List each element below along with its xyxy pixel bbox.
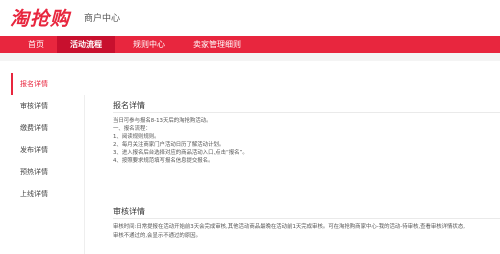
main-nav: 首页 活动流程 规则中心 卖家管理细则	[0, 36, 500, 53]
nav-item-home[interactable]: 首页	[22, 36, 50, 53]
sidebar-item-preheat[interactable]: 预热详情	[11, 161, 85, 183]
nav-spacer	[0, 53, 500, 61]
signup-line: 1、阅读规则规则。	[113, 134, 160, 140]
review-line: 审核时间:日常提报在活动开始前3天会完成审核,其他活动商品最晚在活动前1天完成审…	[113, 224, 465, 230]
signup-line: 3、进入报名后台选择对应的商品活动入口,点击“报名”。	[113, 150, 248, 156]
sidebar-item-review[interactable]: 审核详情	[11, 95, 85, 117]
signup-line: 2、每月关注商家门户活动日历了解活动计划。	[113, 142, 225, 148]
logo[interactable]: 淘抢购	[10, 7, 70, 31]
signup-line: 4、按照要求规范填写报名信息提交报名。	[113, 158, 214, 164]
sidebar-item-payment[interactable]: 缴费详情	[11, 117, 85, 139]
header-subtitle: 商户中心	[84, 14, 121, 24]
header: 淘抢购 商户中心	[0, 0, 500, 36]
sidebar-item-signup[interactable]: 报名详情	[11, 73, 85, 95]
review-divider	[113, 218, 500, 219]
review-section-title: 审核详情	[113, 207, 145, 216]
signup-section-title: 报名详情	[113, 101, 145, 110]
sidebar-item-publish[interactable]: 发布详情	[11, 139, 85, 161]
nav-item-rules-center[interactable]: 规则中心	[124, 36, 174, 53]
review-line: 审核不通过的,会显示不通过的原因。	[113, 233, 201, 239]
signup-line: 当日可参与报名8-13天后的淘抢购活动。	[113, 118, 212, 124]
sidebar: 报名详情 审核详情 缴费详情 发布详情 预热详情 上线详情	[11, 73, 85, 254]
signup-line: 一、报名流程：	[113, 126, 151, 132]
content-area: 报名详情 当日可参与报名8-13天后的淘抢购活动。 一、报名流程： 1、阅读规则…	[96, 61, 500, 254]
sidebar-item-online[interactable]: 上线详情	[11, 183, 85, 205]
nav-item-activity-process[interactable]: 活动流程	[57, 36, 115, 53]
signup-divider	[113, 112, 500, 113]
nav-item-seller-rules[interactable]: 卖家管理细则	[186, 36, 248, 53]
